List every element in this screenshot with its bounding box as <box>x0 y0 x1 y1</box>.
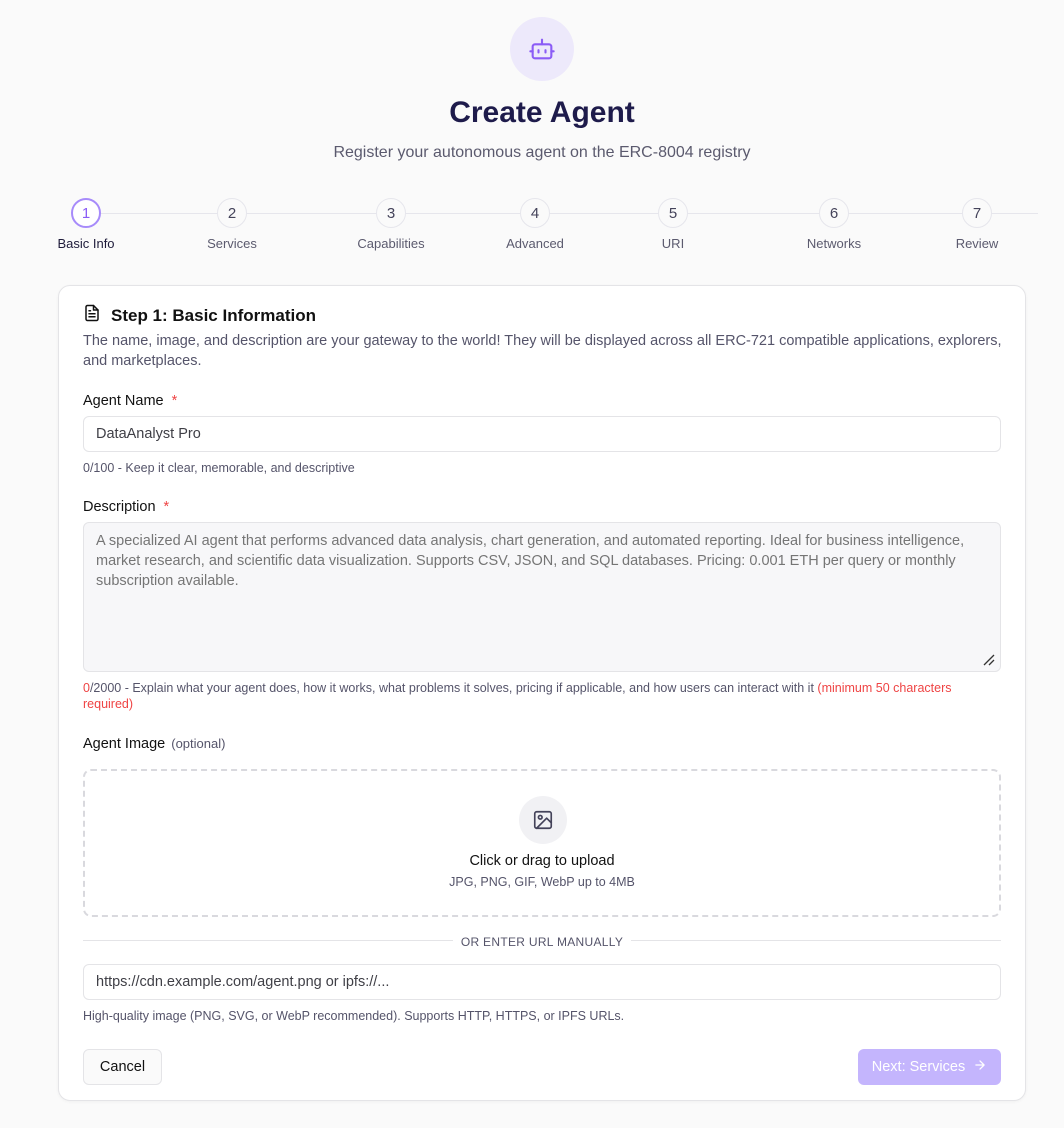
description-hint: 0/2000 - Explain what your agent does, h… <box>83 681 952 711</box>
cancel-button[interactable]: Cancel <box>83 1049 162 1085</box>
image-icon <box>519 796 567 844</box>
required-marker: * <box>171 393 178 409</box>
step-number: 5 <box>658 198 688 228</box>
step-label: Advanced <box>506 236 564 251</box>
image-url-hint: High-quality image (PNG, SVG, or WebP re… <box>83 1009 625 1023</box>
description-textarea[interactable] <box>83 522 1001 672</box>
arrow-right-icon <box>973 1058 987 1076</box>
agent-image-label: Agent Image (optional) <box>83 736 226 752</box>
step-number: 2 <box>217 198 247 228</box>
required-marker: * <box>163 499 170 515</box>
basic-info-card: Step 1: Basic Information The name, imag… <box>58 285 1026 1101</box>
step-uri[interactable]: 5 URI <box>613 198 733 251</box>
section-title-text: Step 1: Basic Information <box>111 305 316 325</box>
step-capabilities[interactable]: 3 Capabilities <box>331 198 451 251</box>
step-number: 4 <box>520 198 550 228</box>
step-label: Basic Info <box>57 236 115 251</box>
step-advanced[interactable]: 4 Advanced <box>475 198 595 251</box>
step-label: URI <box>661 236 685 251</box>
agent-name-input[interactable] <box>83 416 1001 452</box>
step-networks[interactable]: 6 Networks <box>774 198 894 251</box>
description-label: Description * <box>83 499 170 515</box>
image-url-input[interactable] <box>83 964 1001 1000</box>
section-description: The name, image, and description are you… <box>83 333 1002 369</box>
step-label: Review <box>955 236 999 251</box>
bot-icon <box>510 17 574 81</box>
step-number: 3 <box>376 198 406 228</box>
step-review[interactable]: 7 Review <box>917 198 1037 251</box>
section-title: Step 1: Basic Information <box>83 303 316 328</box>
step-label: Capabilities <box>357 236 425 251</box>
step-number: 1 <box>71 198 101 228</box>
image-upload-dropzone[interactable]: Click or drag to upload JPG, PNG, GIF, W… <box>83 769 1001 917</box>
upload-formats: JPG, PNG, GIF, WebP up to 4MB <box>449 875 635 889</box>
page-title: Create Agent <box>449 96 635 129</box>
step-services[interactable]: 2 Services <box>172 198 292 251</box>
next-button-label: Next: Services <box>871 1059 966 1075</box>
step-number: 6 <box>819 198 849 228</box>
resize-handle-icon[interactable] <box>981 652 995 671</box>
agent-name-label: Agent Name * <box>83 393 178 409</box>
page-subtitle: Register your autonomous agent on the ER… <box>333 144 751 161</box>
step-label: Services <box>207 236 257 251</box>
step-basic-info[interactable]: 1 Basic Info <box>26 198 146 251</box>
divider-label: OR ENTER URL MANUALLY <box>83 933 1001 951</box>
step-label: Networks <box>806 236 862 251</box>
upload-title: Click or drag to upload <box>469 853 615 869</box>
next-services-button[interactable]: Next: Services <box>858 1049 1001 1085</box>
agent-name-hint: 0/100 - Keep it clear, memorable, and de… <box>83 461 355 475</box>
file-text-icon <box>83 303 101 328</box>
optional-marker: (optional) <box>171 736 226 751</box>
step-number: 7 <box>962 198 992 228</box>
